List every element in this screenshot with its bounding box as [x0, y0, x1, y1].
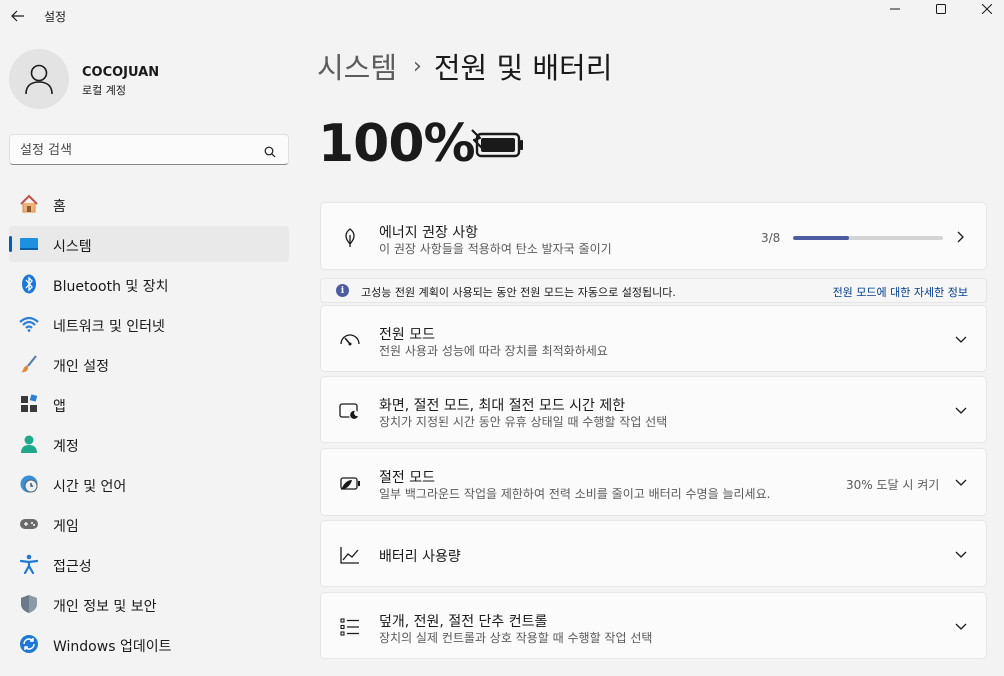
info-text: 고성능 전원 계획이 사용되는 동안 전원 모드는 자동으로 설정됩니다. [361, 286, 676, 299]
chevron-down-icon[interactable] [954, 620, 968, 634]
minimize-icon [890, 8, 900, 10]
time-language-icon [19, 474, 39, 494]
screen-sleep-timeout-card[interactable]: 화면, 절전 모드, 최대 절전 모드 시간 제한 장치가 지정된 시간 동안 … [320, 376, 987, 443]
card-subtitle: 이 권장 사항들을 적용하여 탄소 발자국 줄이기 [379, 242, 612, 256]
list-icon [339, 616, 361, 638]
sidebar-item-privacy[interactable]: 개인 정보 및 보안 [9, 586, 289, 622]
card-title: 덮개, 전원, 절전 단추 컨트롤 [379, 614, 548, 630]
sidebar-item-label: 홈 [53, 199, 66, 215]
battery-usage-card[interactable]: 배터리 사용량 [320, 520, 987, 587]
info-bar: i 고성능 전원 계획이 사용되는 동안 전원 모드는 자동으로 설정됩니다. … [320, 278, 987, 303]
power-mode-info-link[interactable]: 전원 모드에 대한 자세한 정보 [833, 284, 968, 300]
page-title: 전원 및 배터리 [433, 51, 613, 85]
wifi-icon [19, 314, 39, 334]
account-icon [19, 434, 39, 454]
leaf-icon [339, 227, 361, 249]
shield-icon [19, 594, 39, 614]
sidebar-item-label: 게임 [53, 519, 79, 535]
bluetooth-icon [19, 274, 39, 294]
avatar[interactable] [9, 49, 69, 109]
app-title: 설정 [44, 10, 67, 24]
sidebar-item-system[interactable]: 시스템 [9, 226, 289, 262]
sidebar-item-label: Bluetooth 및 장치 [53, 279, 169, 295]
sidebar-item-label: 접근성 [53, 559, 92, 575]
sidebar-item-apps[interactable]: 앱 [9, 386, 289, 422]
back-button[interactable] [8, 6, 28, 26]
close-button[interactable] [964, 0, 1004, 18]
sidebar-item-gaming[interactable]: 게임 [9, 506, 289, 542]
search-icon[interactable] [264, 143, 276, 162]
search-box[interactable] [9, 134, 289, 165]
back-arrow-icon [11, 10, 24, 22]
gamepad-icon [19, 514, 39, 534]
chevron-down-icon[interactable] [954, 476, 968, 490]
chevron-down-icon[interactable] [954, 333, 968, 347]
update-icon [19, 634, 39, 654]
speedometer-icon [339, 328, 361, 350]
close-icon [982, 4, 992, 14]
sidebar-item-bluetooth[interactable]: Bluetooth 및 장치 [9, 266, 289, 302]
sidebar-item-time-language[interactable]: 시간 및 언어 [9, 466, 289, 502]
sidebar-item-windows-update[interactable]: Windows 업데이트 [9, 626, 289, 662]
system-icon [19, 234, 39, 254]
sidebar-item-home[interactable]: 홈 [9, 186, 289, 222]
sidebar-item-label: 시간 및 언어 [53, 479, 127, 495]
card-title: 배터리 사용량 [379, 549, 461, 565]
sidebar-item-label: 개인 정보 및 보안 [53, 599, 157, 615]
sidebar-item-personalization[interactable]: 개인 설정 [9, 346, 289, 382]
card-title: 에너지 권장 사항 [379, 225, 479, 241]
user-icon [25, 64, 53, 95]
energy-recommendations-card[interactable]: 에너지 권장 사항 이 권장 사항들을 적용하여 탄소 발자국 줄이기 3/8 [320, 202, 987, 270]
sidebar-item-label: 네트워크 및 인터넷 [53, 319, 165, 335]
info-icon: i [336, 284, 349, 297]
sidebar-item-label: Windows 업데이트 [53, 639, 172, 655]
maximize-icon [936, 4, 946, 14]
sidebar-item-label: 개인 설정 [53, 359, 109, 375]
accessibility-icon [19, 554, 39, 574]
breadcrumb: 시스템 › 전원 및 배터리 [317, 46, 612, 86]
account-type: 로컬 계정 [82, 84, 126, 97]
card-title: 화면, 절전 모드, 최대 절전 모드 시간 제한 [379, 398, 626, 414]
battery-saver-threshold: 30% 도달 시 켜기 [846, 478, 940, 492]
power-mode-card[interactable]: 전원 모드 전원 사용과 성능에 따라 장치를 최적화하세요 [320, 305, 987, 372]
progress-fill [793, 236, 850, 240]
sidebar-item-accessibility[interactable]: 접근성 [9, 546, 289, 582]
sidebar-item-label: 앱 [53, 399, 66, 415]
chart-icon [339, 544, 361, 566]
card-title: 전원 모드 [379, 327, 435, 343]
brush-icon [19, 354, 39, 374]
sidebar-item-label: 시스템 [53, 239, 92, 255]
search-input[interactable] [20, 140, 250, 160]
battery-percent: 100% [318, 114, 476, 174]
card-title: 절전 모드 [379, 470, 435, 486]
battery-saver-icon [339, 473, 361, 495]
sidebar-nav: 홈 시스템 Bluetooth 및 장치 네트워크 및 인터넷 개인 설정 앱 [9, 186, 289, 666]
breadcrumb-separator: › [413, 53, 422, 79]
card-subtitle: 일부 백그라운드 작업을 제한하여 전력 소비를 줄이고 배터리 수명을 늘리세… [379, 487, 771, 501]
chevron-down-icon[interactable] [954, 548, 968, 562]
user-name: COCOJUAN [82, 65, 160, 80]
lid-power-buttons-card[interactable]: 덮개, 전원, 절전 단추 컨트롤 장치의 실제 컨트롤과 상호 작용할 때 수… [320, 592, 987, 659]
maximize-button[interactable] [918, 0, 964, 18]
sidebar-item-accounts[interactable]: 계정 [9, 426, 289, 462]
home-icon [19, 194, 39, 214]
chevron-right-icon[interactable] [954, 230, 968, 244]
progress-bar [793, 236, 943, 240]
sidebar-item-network[interactable]: 네트워크 및 인터넷 [9, 306, 289, 342]
apps-icon [19, 394, 39, 414]
progress-count: 3/8 [761, 231, 781, 245]
screen-sleep-icon [339, 400, 361, 422]
card-subtitle: 장치가 지정된 시간 동안 유휴 상태일 때 수행할 작업 선택 [379, 415, 668, 429]
sidebar-item-label: 계정 [53, 439, 79, 455]
card-subtitle: 장치의 실제 컨트롤과 상호 작용할 때 수행할 작업 선택 [379, 631, 653, 645]
battery-charging-icon [468, 126, 526, 166]
battery-saver-card[interactable]: 절전 모드 일부 백그라운드 작업을 제한하여 전력 소비를 줄이고 배터리 수… [320, 448, 987, 516]
card-subtitle: 전원 사용과 성능에 따라 장치를 최적화하세요 [379, 344, 608, 358]
chevron-down-icon[interactable] [954, 404, 968, 418]
breadcrumb-parent[interactable]: 시스템 [317, 45, 397, 87]
minimize-button[interactable] [872, 0, 918, 18]
title-bar: 설정 [0, 0, 1004, 34]
